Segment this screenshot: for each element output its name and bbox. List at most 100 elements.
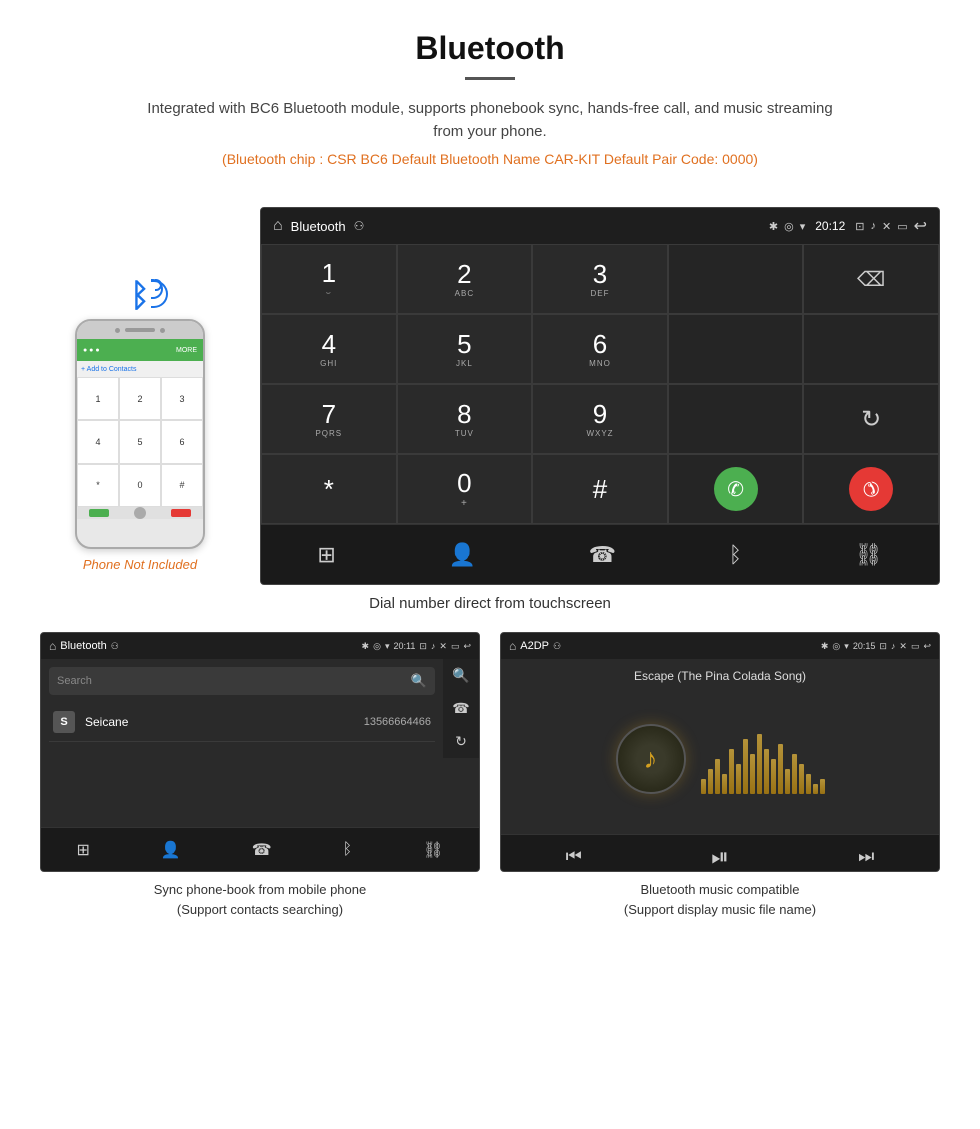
phone-contact-bar: + Add to Contacts — [77, 361, 203, 377]
camera-icon: ⊡ — [855, 220, 864, 233]
phonebook-body: Search 🔍 S Seicane 13566664466 — [41, 659, 443, 750]
pb-status-right: ✱ ◎ ▾ 20:11 ⊡ ♪ ✕ ▭ ↩ — [362, 641, 471, 652]
phone-speaker — [125, 328, 155, 332]
page-header: Bluetooth Integrated with BC6 Bluetooth … — [0, 0, 980, 197]
status-left: ⌂ Bluetooth ⚇ — [273, 217, 364, 235]
dial-key-star[interactable]: * — [261, 454, 397, 524]
music-loc-icon: ◎ — [832, 641, 840, 652]
pb-time: 20:11 — [393, 641, 415, 651]
music-status-right: ✱ ◎ ▾ 20:15 ⊡ ♪ ✕ ▭ ↩ — [821, 641, 931, 652]
dial-key-3[interactable]: 3 DEF — [532, 244, 668, 314]
dial-key-2[interactable]: 2 ABC — [397, 244, 533, 314]
close-icon[interactable]: ✕ — [882, 220, 891, 233]
bluetooth-tab-icon[interactable]: ᛒ — [729, 542, 742, 568]
phone-key-6[interactable]: 6 — [161, 420, 203, 463]
phone-end-btn — [171, 509, 191, 517]
phone-key-4[interactable]: 4 — [77, 420, 119, 463]
viz-bar — [771, 759, 776, 794]
phonebook-statusbar: ⌂ Bluetooth ⚇ ✱ ◎ ▾ 20:11 ⊡ ♪ ✕ ▭ ↩ — [41, 633, 479, 659]
music-back-icon[interactable]: ↩ — [923, 641, 931, 652]
viz-bar — [799, 764, 804, 794]
music-home-icon[interactable]: ⌂ — [509, 639, 516, 653]
phone-key-2[interactable]: 2 — [119, 377, 161, 420]
pb-back-icon[interactable]: ↩ — [463, 641, 471, 652]
viz-bar — [715, 759, 720, 794]
dial-key-1[interactable]: 1 ⌣ — [261, 244, 397, 314]
phone-key-hash[interactable]: # — [161, 464, 203, 507]
dial-key-4[interactable]: 4 GHI — [261, 314, 397, 384]
status-right: ✱ ◎ ▾ 20:12 ⊡ ♪ ✕ ▭ ↩ — [769, 216, 927, 236]
dial-key-7[interactable]: 7 PQRS — [261, 384, 397, 454]
link-icon[interactable]: ⛓ — [855, 542, 883, 568]
phonebook-caption: Sync phone-book from mobile phone (Suppo… — [40, 880, 480, 919]
dial-call-btn[interactable]: ✆ — [668, 454, 804, 524]
contacts-icon[interactable]: 👤 — [449, 542, 476, 568]
dial-key-hash[interactable]: # — [532, 454, 668, 524]
phone-key-1[interactable]: 1 — [77, 377, 119, 420]
contact-avatar: S — [53, 711, 75, 733]
phone-key-5[interactable]: 5 — [119, 420, 161, 463]
music-close-icon[interactable]: ✕ — [899, 641, 907, 652]
dial-delete-btn[interactable]: ⌫ — [803, 244, 939, 314]
search-icon: 🔍 — [411, 673, 427, 689]
dial-refresh-btn[interactable]: ↻ — [803, 384, 939, 454]
pb-person-icon[interactable]: 👤 — [161, 840, 181, 860]
viz-bar — [813, 784, 818, 794]
phonebook-bottombar: ⊞ 👤 ☎ ᛒ ⛓ — [41, 827, 479, 871]
phone-dot — [115, 328, 120, 333]
back-icon[interactable]: ↩ — [914, 216, 927, 236]
phone-tab-icon[interactable]: ☎ — [589, 542, 616, 568]
music-time: 20:15 — [853, 641, 876, 651]
time-display: 20:12 — [815, 219, 845, 233]
viz-bar — [743, 739, 748, 794]
prev-icon[interactable]: ⏮ — [566, 846, 582, 867]
dial-key-0[interactable]: 0 + — [397, 454, 533, 524]
pb-right-search-icon[interactable]: 🔍 — [452, 667, 469, 684]
music-bt-icon: ✱ — [821, 641, 829, 652]
pb-right-refresh-icon[interactable]: ↻ — [455, 733, 467, 750]
pb-loc-icon: ◎ — [373, 641, 381, 652]
phone-bottom-bar — [77, 507, 203, 519]
phone-key-star[interactable]: * — [77, 464, 119, 507]
dial-empty-3 — [803, 314, 939, 384]
music-visualizer — [701, 724, 825, 794]
grid-icon[interactable]: ⊞ — [317, 542, 335, 568]
music-status-left: ⌂ A2DP ⚇ — [509, 639, 561, 653]
phonebook-list: Search 🔍 S Seicane 13566664466 — [41, 659, 443, 758]
pb-grid-icon[interactable]: ⊞ — [76, 840, 89, 860]
music-screen-wrap: ⌂ A2DP ⚇ ✱ ◎ ▾ 20:15 ⊡ ♪ ✕ ▭ ↩ Es — [500, 632, 940, 919]
pb-home-icon[interactable]: ⌂ — [49, 639, 56, 653]
dial-key-8[interactable]: 8 TUV — [397, 384, 533, 454]
phone-key-3[interactable]: 3 — [161, 377, 203, 420]
pb-bt-tab-icon[interactable]: ᛒ — [343, 841, 353, 859]
playpause-icon[interactable]: ⏯ — [711, 844, 729, 870]
pb-wifi-icon: ▾ — [385, 641, 390, 652]
dial-empty-2 — [668, 314, 804, 384]
phone-call-btn — [89, 509, 109, 517]
call-green-icon: ✆ — [714, 467, 758, 511]
bottom-row: ⌂ Bluetooth ⚇ ✱ ◎ ▾ 20:11 ⊡ ♪ ✕ ▭ ↩ — [0, 632, 980, 939]
dial-empty-4 — [668, 384, 804, 454]
viz-bar — [722, 774, 727, 794]
phone-home-btn — [134, 507, 146, 519]
pb-right-phone-icon[interactable]: ☎ — [452, 700, 469, 717]
dial-key-9[interactable]: 9 WXYZ — [532, 384, 668, 454]
viz-bar — [785, 769, 790, 794]
page-description: Integrated with BC6 Bluetooth module, su… — [140, 98, 840, 143]
pb-close-icon[interactable]: ✕ — [439, 641, 447, 652]
home-icon[interactable]: ⌂ — [273, 217, 283, 235]
dial-key-5[interactable]: 5 JKL — [397, 314, 533, 384]
dial-key-6[interactable]: 6 MNO — [532, 314, 668, 384]
phone-key-0[interactable]: 0 — [119, 464, 161, 507]
contact-row: S Seicane 13566664466 — [49, 703, 435, 742]
next-icon[interactable]: ⏭ — [858, 846, 874, 867]
music-caption: Bluetooth music compatible (Support disp… — [500, 880, 940, 919]
pb-win-icon: ▭ — [451, 641, 460, 652]
pb-title: Bluetooth — [60, 640, 106, 652]
dial-endcall-btn[interactable]: ✆ — [803, 454, 939, 524]
pb-link-icon[interactable]: ⛓ — [423, 840, 443, 860]
search-bar[interactable]: Search 🔍 — [49, 667, 435, 695]
phonebook-screen: ⌂ Bluetooth ⚇ ✱ ◎ ▾ 20:11 ⊡ ♪ ✕ ▭ ↩ — [40, 632, 480, 872]
pb-phone-icon[interactable]: ☎ — [252, 840, 272, 860]
phone-image: ● ● ● MORE + Add to Contacts 1 2 3 4 5 6… — [75, 319, 205, 549]
